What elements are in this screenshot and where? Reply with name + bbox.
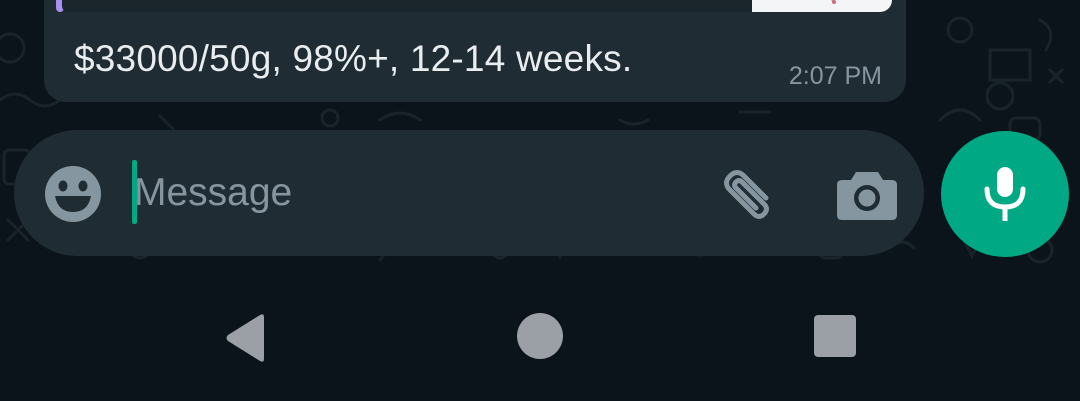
voice-message-button[interactable]: [941, 131, 1069, 257]
message-timestamp: 2:07 PM: [788, 62, 882, 90]
nav-back-button[interactable]: [222, 313, 272, 363]
message-input[interactable]: [134, 155, 694, 231]
recents-square-icon: [814, 315, 856, 357]
emoji-icon: [45, 166, 101, 222]
message-bubble[interactable]: $33000/50g, 98%+, 12-14 weeks. 2:07 PM: [44, 0, 906, 102]
nav-recents-button[interactable]: [812, 313, 858, 359]
paperclip-icon: [724, 170, 769, 219]
camera-icon: [837, 172, 897, 220]
quoted-image-thumbnail[interactable]: [752, 0, 892, 12]
message-composer: [14, 130, 924, 256]
emoji-button[interactable]: [42, 163, 104, 225]
system-navigation-bar: [0, 268, 1080, 401]
nav-home-button[interactable]: [515, 311, 565, 361]
molecule-diagram-icon: [830, 0, 836, 4]
quoted-message-preview[interactable]: [62, 0, 892, 12]
attach-button[interactable]: [714, 164, 780, 224]
back-triangle-icon: [226, 314, 264, 362]
home-circle-icon: [517, 313, 563, 359]
message-text: $33000/50g, 98%+, 12-14 weeks.: [74, 38, 633, 79]
camera-button[interactable]: [836, 166, 898, 222]
mic-icon: [984, 167, 1026, 221]
